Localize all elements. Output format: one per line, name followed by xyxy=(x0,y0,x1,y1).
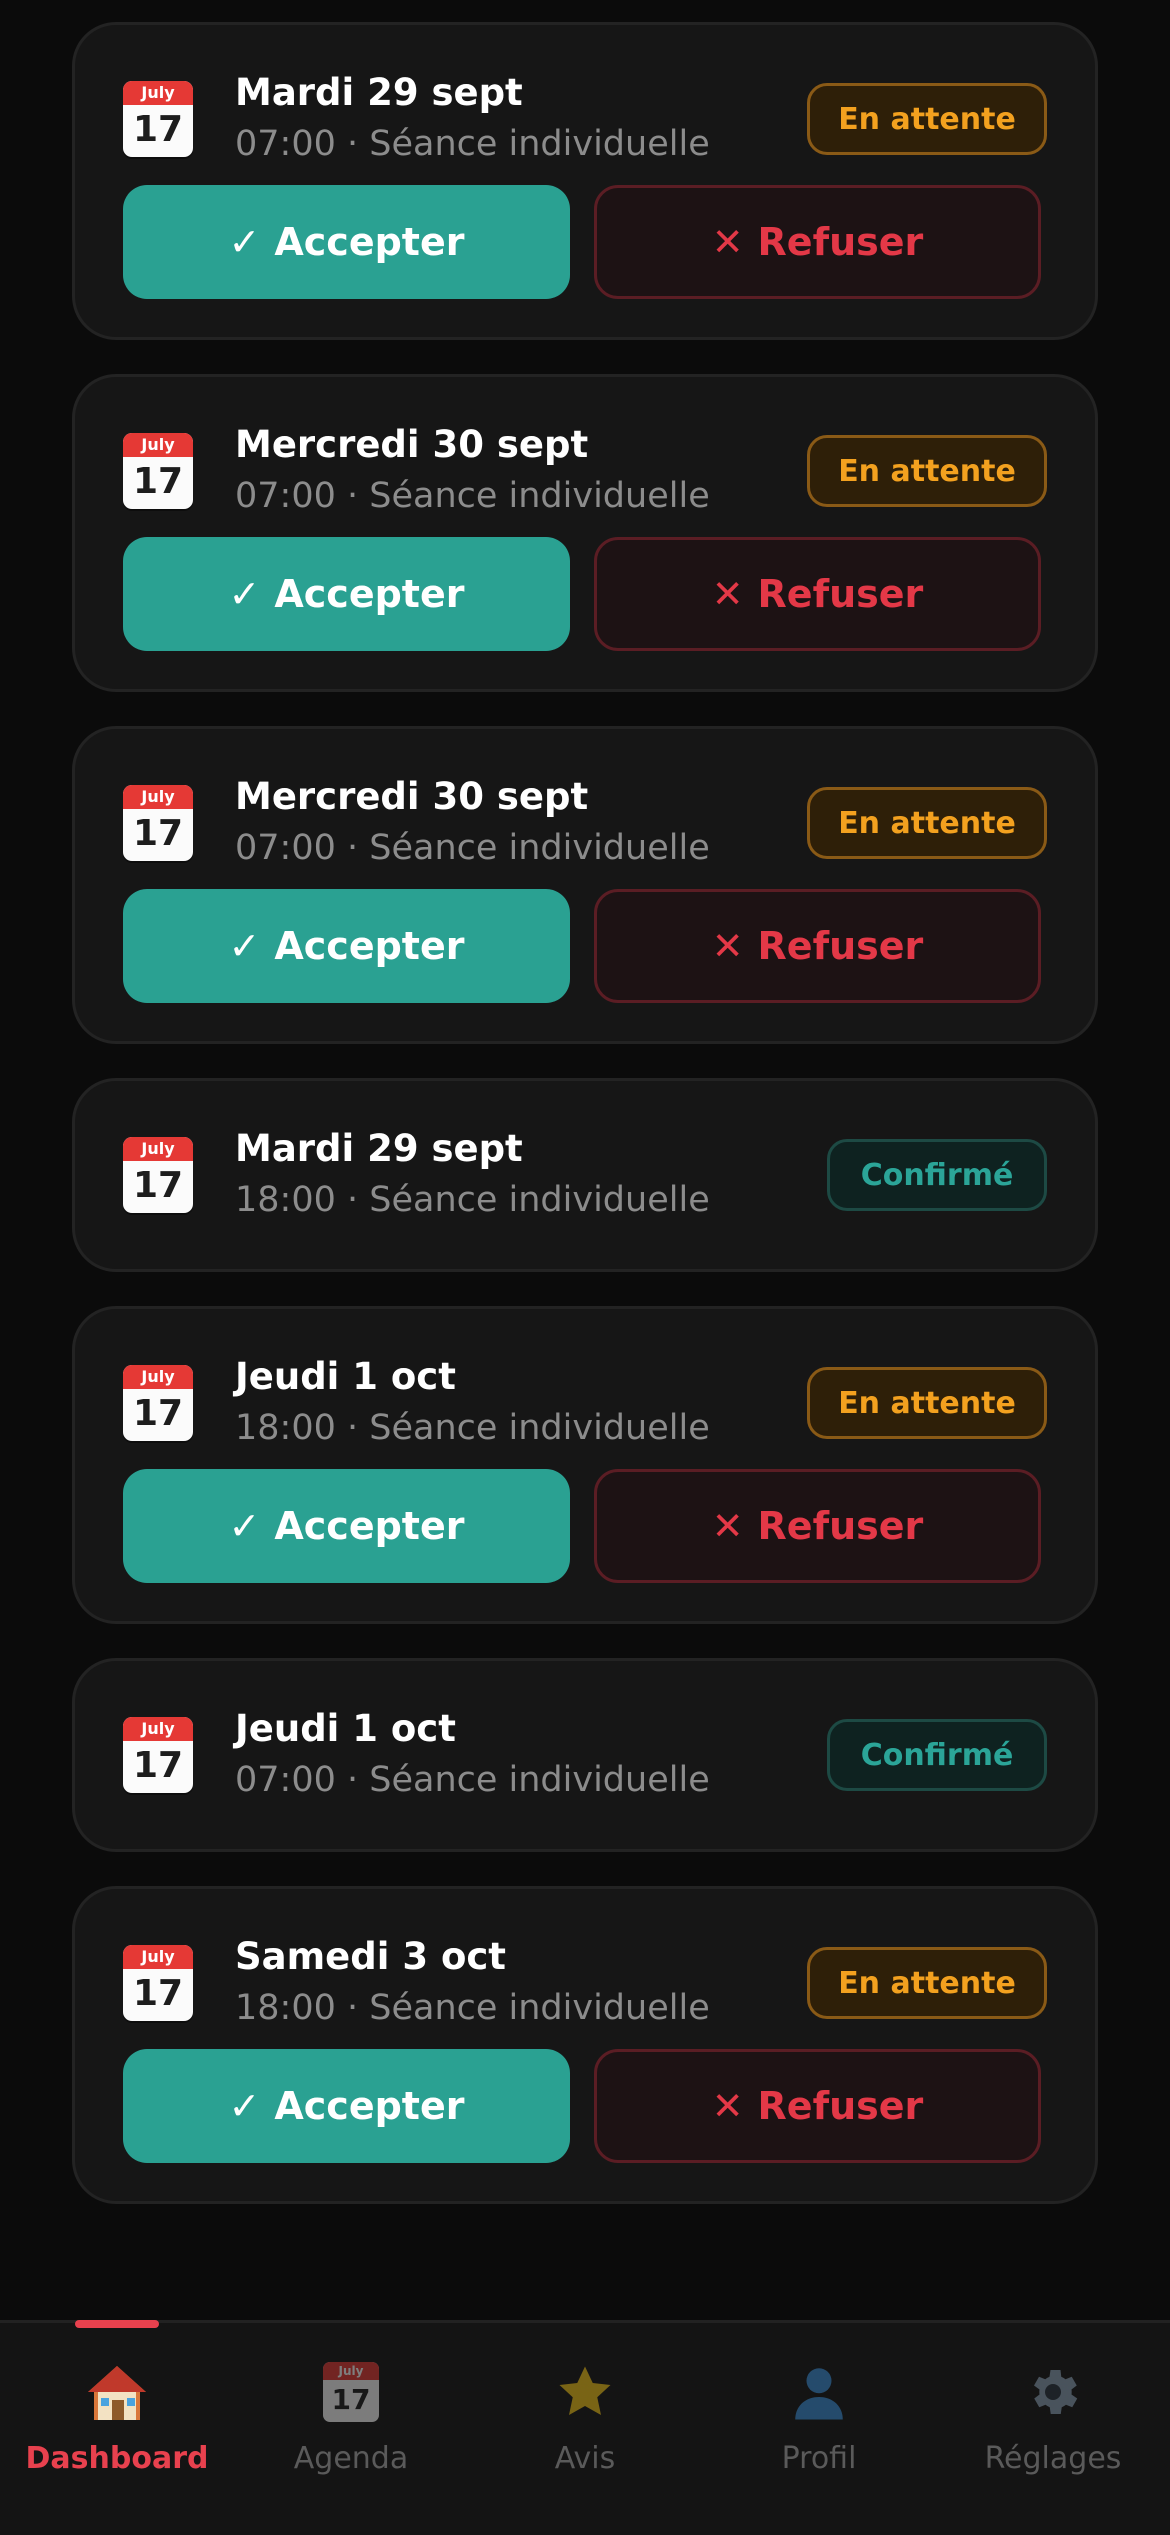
calendar-icon: July 17 xyxy=(123,1945,193,2021)
booking-date: Mardi 29 sept xyxy=(235,71,523,114)
calendar-icon: July 17 xyxy=(123,1717,193,1793)
check-icon: ✓ xyxy=(228,572,261,616)
close-icon: ✕ xyxy=(711,2084,744,2128)
refuse-button[interactable]: ✕ Refuser xyxy=(594,537,1041,651)
booking-card: July 17 Mardi 29 sept 18:00 · Séance ind… xyxy=(72,1078,1098,1272)
accept-button[interactable]: ✓ Accepter xyxy=(123,537,570,651)
booking-date: Mercredi 30 sept xyxy=(235,775,589,818)
booking-date: Jeudi 1 oct xyxy=(235,1707,456,1750)
booking-date: Mercredi 30 sept xyxy=(235,423,589,466)
tab-avis[interactable]: Avis xyxy=(468,2323,702,2535)
check-icon: ✓ xyxy=(228,2084,261,2128)
calendar-icon: July 17 xyxy=(123,785,193,861)
house-icon xyxy=(0,2357,234,2427)
accept-button[interactable]: ✓ Accepter xyxy=(123,1469,570,1583)
star-icon xyxy=(468,2357,702,2427)
status-badge: En attente xyxy=(807,1947,1047,2019)
refuse-button[interactable]: ✕ Refuser xyxy=(594,2049,1041,2163)
tab-profil[interactable]: Profil xyxy=(702,2323,936,2535)
close-icon: ✕ xyxy=(711,572,744,616)
gear-icon xyxy=(936,2357,1170,2427)
booking-detail: 07:00 · Séance individuelle xyxy=(235,124,710,164)
accept-button[interactable]: ✓ Accepter xyxy=(123,889,570,1003)
calendar-icon: July 17 xyxy=(123,1137,193,1213)
check-icon: ✓ xyxy=(228,924,261,968)
status-badge: En attente xyxy=(807,83,1047,155)
check-icon: ✓ xyxy=(228,1504,261,1548)
booking-card: July 17 Mercredi 30 sept 07:00 · Séance … xyxy=(72,374,1098,692)
person-icon xyxy=(702,2357,936,2427)
booking-detail: 18:00 · Séance individuelle xyxy=(235,1408,710,1448)
status-badge: En attente xyxy=(807,787,1047,859)
booking-detail: 07:00 · Séance individuelle xyxy=(235,476,710,516)
calendar-icon: July 17 xyxy=(123,433,193,509)
calendar-icon: July 17 xyxy=(123,1365,193,1441)
booking-date: Mardi 29 sept xyxy=(235,1127,523,1170)
booking-detail: 07:00 · Séance individuelle xyxy=(235,1760,710,1800)
tab-agenda[interactable]: July 17 Agenda xyxy=(234,2323,468,2535)
booking-card: July 17 Mercredi 30 sept 07:00 · Séance … xyxy=(72,726,1098,1044)
accept-button[interactable]: ✓ Accepter xyxy=(123,2049,570,2163)
check-icon: ✓ xyxy=(228,220,261,264)
refuse-button[interactable]: ✕ Refuser xyxy=(594,889,1041,1003)
booking-card: July 17 Mardi 29 sept 07:00 · Séance ind… xyxy=(72,22,1098,340)
status-badge: Confirmé xyxy=(827,1139,1047,1211)
bottom-tab-bar: Dashboard July 17 Agenda Avis Profil Rég… xyxy=(0,2320,1170,2535)
refuse-button[interactable]: ✕ Refuser xyxy=(594,185,1041,299)
booking-detail: 18:00 · Séance individuelle xyxy=(235,1988,710,2028)
close-icon: ✕ xyxy=(711,220,744,264)
status-badge: Confirmé xyxy=(827,1719,1047,1791)
accept-button[interactable]: ✓ Accepter xyxy=(123,185,570,299)
active-tab-indicator xyxy=(75,2320,159,2328)
status-badge: En attente xyxy=(807,1367,1047,1439)
status-badge: En attente xyxy=(807,435,1047,507)
booking-list: July 17 Mardi 29 sept 07:00 · Séance ind… xyxy=(72,22,1098,2238)
refuse-button[interactable]: ✕ Refuser xyxy=(594,1469,1041,1583)
booking-date: Jeudi 1 oct xyxy=(235,1355,456,1398)
booking-card: July 17 Samedi 3 oct 18:00 · Séance indi… xyxy=(72,1886,1098,2204)
close-icon: ✕ xyxy=(711,1504,744,1548)
booking-card: July 17 Jeudi 1 oct 18:00 · Séance indiv… xyxy=(72,1306,1098,1624)
booking-date: Samedi 3 oct xyxy=(235,1935,506,1978)
booking-detail: 07:00 · Séance individuelle xyxy=(235,828,710,868)
booking-card: July 17 Jeudi 1 oct 07:00 · Séance indiv… xyxy=(72,1658,1098,1852)
tab-dashboard[interactable]: Dashboard xyxy=(0,2320,234,2535)
booking-detail: 18:00 · Séance individuelle xyxy=(235,1180,710,1220)
calendar-icon: July 17 xyxy=(234,2357,468,2427)
close-icon: ✕ xyxy=(711,924,744,968)
calendar-icon: July 17 xyxy=(123,81,193,157)
tab-reglages[interactable]: Réglages xyxy=(936,2323,1170,2535)
